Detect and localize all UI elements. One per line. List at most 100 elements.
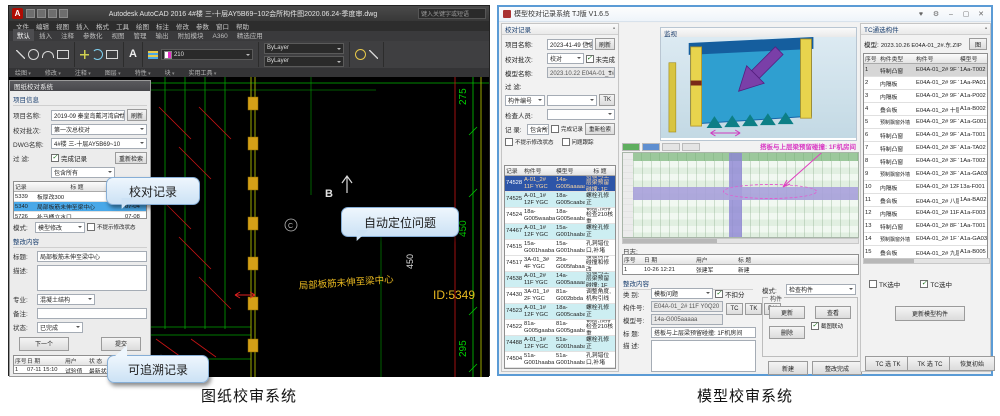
component-row[interactable]: 5预制飘窗外墙E04A-01_2# 9F Y…A1a-G001 <box>864 116 987 129</box>
col-title[interactable]: 标 题 <box>737 255 858 264</box>
col-no[interactable]: 序号 <box>864 54 879 63</box>
record-row[interactable]: 74523A-01_1# 12F YGC18a-G005caaba螺栓孔修正 <box>505 304 615 320</box>
component-row[interactable]: 3内隔板E04A-01_2# 9F Y…A1a-P002 <box>864 90 987 103</box>
part-input[interactable]: E04A-01_2# 11F Y0Q20 <box>651 301 723 312</box>
checker-select[interactable] <box>547 109 615 120</box>
ribbon-tab[interactable]: 管理 <box>130 29 151 41</box>
horizontal-scrollbar[interactable] <box>622 238 859 244</box>
col-part[interactable]: 构件号 <box>523 166 555 175</box>
minimize-button[interactable]: – <box>945 11 957 18</box>
view-button[interactable]: 查看 <box>815 306 851 319</box>
measure-tool-icon[interactable] <box>355 49 366 60</box>
desc-textarea[interactable] <box>651 340 756 372</box>
layer-dropdown[interactable]: 210 <box>161 49 253 60</box>
tk-select-checkbox[interactable]: TK选中 <box>869 279 900 289</box>
record-row[interactable]: 744303A-01_1# 2F YGC81a-G002bbda调整角度,机构引… <box>505 288 615 304</box>
ribbon-tab[interactable]: 附加模块 <box>174 29 208 41</box>
component-spreadsheet[interactable] <box>622 152 859 238</box>
component-row[interactable]: 14预制飘窗外墙E04A-01_2# 1F Y…A1a-GA03 <box>864 233 987 246</box>
record-row-selected[interactable]: 74528A-01_2# 11F YGC14a-G005aaaaa搭板与上层梁预… <box>505 176 615 192</box>
col-part[interactable]: 构件号 <box>915 54 959 63</box>
ribbon-tab[interactable]: 参数化 <box>79 29 107 41</box>
ribbon-tab[interactable]: A360 <box>209 32 232 41</box>
no-hint-checkbox[interactable]: 不提示修改状态 <box>87 223 136 231</box>
no-hint-checkbox[interactable]: 不提示修改状态 <box>505 138 554 146</box>
grid-tabstrip[interactable] <box>622 143 700 151</box>
palette-header[interactable]: 图纸校对系统 <box>10 81 150 91</box>
col-type[interactable]: 构件类型 <box>879 54 915 63</box>
qat-icon[interactable] <box>48 9 57 18</box>
qat-icon[interactable] <box>26 9 35 18</box>
col-date[interactable]: 日 期 <box>26 356 64 365</box>
model-select[interactable]: 2023.10.22 E04A-01_1#2#.东.ZIP <box>547 67 615 78</box>
component-row[interactable]: 4叠合板E04A-01_2# 十层…A1a-B002 <box>864 103 987 116</box>
tc-to-tk-button[interactable]: TC 选 TK <box>865 356 911 371</box>
component-row[interactable]: 12内隔板E04A-01_2# 11F…A1a-F003 <box>864 207 987 220</box>
horizontal-scrollbar[interactable] <box>863 258 990 264</box>
screenshot-link-checkbox[interactable]: 截图联动 <box>811 322 843 330</box>
circle-tool-icon[interactable] <box>28 49 39 60</box>
col-model[interactable]: 模型号 <box>959 54 987 63</box>
col-id[interactable]: 记录 <box>505 166 523 175</box>
component-row[interactable]: 11叠合板E04A-01_2# 八层…1Aa-BA02 <box>864 194 987 207</box>
line-tool-icon[interactable] <box>16 50 25 59</box>
layer-icon[interactable] <box>148 51 158 59</box>
title-input[interactable]: 局部板筋未伸至梁中心 <box>37 251 147 262</box>
group-label[interactable]: 注释 <box>75 68 91 77</box>
next-button[interactable]: 下一个 <box>19 337 69 351</box>
mode-select[interactable]: 模型修改 <box>35 222 85 233</box>
tab-icon[interactable] <box>682 143 700 151</box>
mode-select[interactable]: 检查构件 <box>786 284 856 295</box>
trim-tool-icon[interactable] <box>106 50 118 59</box>
group-label[interactable]: 实用工具 <box>189 68 217 77</box>
theme-icon[interactable]: ♥ <box>915 11 927 18</box>
group-label[interactable]: 块 <box>165 68 175 77</box>
component-row[interactable]: 6特制凸窗E04A-01_2# 9F Y…A1a-T001 <box>864 129 987 142</box>
rotate-tool-icon[interactable] <box>92 49 103 60</box>
unfinished-checkbox[interactable]: 未完成 <box>586 54 616 64</box>
done-records-checkbox[interactable]: 完成记录 <box>551 125 583 133</box>
group-label[interactable]: 绘图 <box>15 68 31 77</box>
update-button[interactable]: 更新 <box>769 306 805 319</box>
tab-icon[interactable] <box>622 143 640 151</box>
record-row[interactable]: 74488A-01_1# 12F YGC51a-G001haaba螺栓孔修正 <box>505 336 615 352</box>
done-records-checkbox[interactable]: 完成记录 <box>51 153 87 163</box>
col-id[interactable]: 记录 <box>14 182 36 191</box>
qat-icon[interactable] <box>37 9 46 18</box>
record-row[interactable]: 7451515a-G001haaba15a-G001haaba孔洞错位口,补堵 <box>505 240 615 256</box>
col-no[interactable]: 序号 <box>14 356 26 365</box>
model-input[interactable]: 14a-G005aaaaa <box>651 314 723 325</box>
close-button[interactable]: ✕ <box>975 10 987 18</box>
tab-icon[interactable] <box>642 143 660 151</box>
title-input[interactable]: 搭板与上层梁预留碰撞: 1F机房间 <box>651 327 756 338</box>
cad-search-box[interactable]: 键入关键字或短语 <box>418 8 486 19</box>
batch-select[interactable]: 第一次总校对 <box>51 124 147 135</box>
text-tool-icon[interactable]: A <box>129 49 137 60</box>
model-3d-viewport[interactable] <box>661 37 856 138</box>
record-row[interactable]: 745173A-01_3# 4F YGC25a-G005fabaa楼板构件碰撞和… <box>505 256 615 272</box>
col-user[interactable]: 用户 <box>695 255 737 264</box>
component-row[interactable]: 10内隔板E04A-01_2# 12F…13a-F001 <box>864 181 987 194</box>
note-input[interactable] <box>37 308 147 319</box>
col-date[interactable]: 日 期 <box>643 255 695 264</box>
tc-button[interactable]: TC <box>726 303 743 315</box>
update-model-components-button[interactable]: 更新模型构件 <box>895 306 965 321</box>
pin-icon[interactable]: ▪ <box>613 26 615 32</box>
ribbon-tab[interactable]: 注释 <box>57 29 78 41</box>
col-model[interactable]: 模型号 <box>555 166 585 175</box>
arc-tool-icon[interactable] <box>42 51 54 58</box>
col-user[interactable]: 用户 <box>64 356 88 365</box>
component-row[interactable]: 13特制凸窗E04A-01_2# 8F Y…1Aa-T001 <box>864 220 987 233</box>
log-row[interactable]: 110-26 12:21张建军新建 <box>623 265 858 275</box>
maximize-button[interactable]: ▢ <box>960 10 972 18</box>
tk-button[interactable]: TK <box>745 303 762 315</box>
research-button[interactable]: 重新检索 <box>115 152 147 164</box>
component-row[interactable]: 8特制凸窗E04A-01_2# 3F Y…1Aa-T002 <box>864 155 987 168</box>
ribbon-tab[interactable]: 默认 <box>13 29 34 41</box>
tab-icon[interactable] <box>662 143 680 151</box>
ribbon-tab[interactable]: 插入 <box>35 29 56 41</box>
paste-tool-icon[interactable] <box>369 50 378 59</box>
rectangle-tool-icon[interactable] <box>57 50 69 59</box>
major-select[interactable]: 混凝土结构 <box>37 294 95 305</box>
record-row[interactable]: 74467A-01_1# 12F YGC15a-G001haaba螺栓孔修正 <box>505 224 615 240</box>
